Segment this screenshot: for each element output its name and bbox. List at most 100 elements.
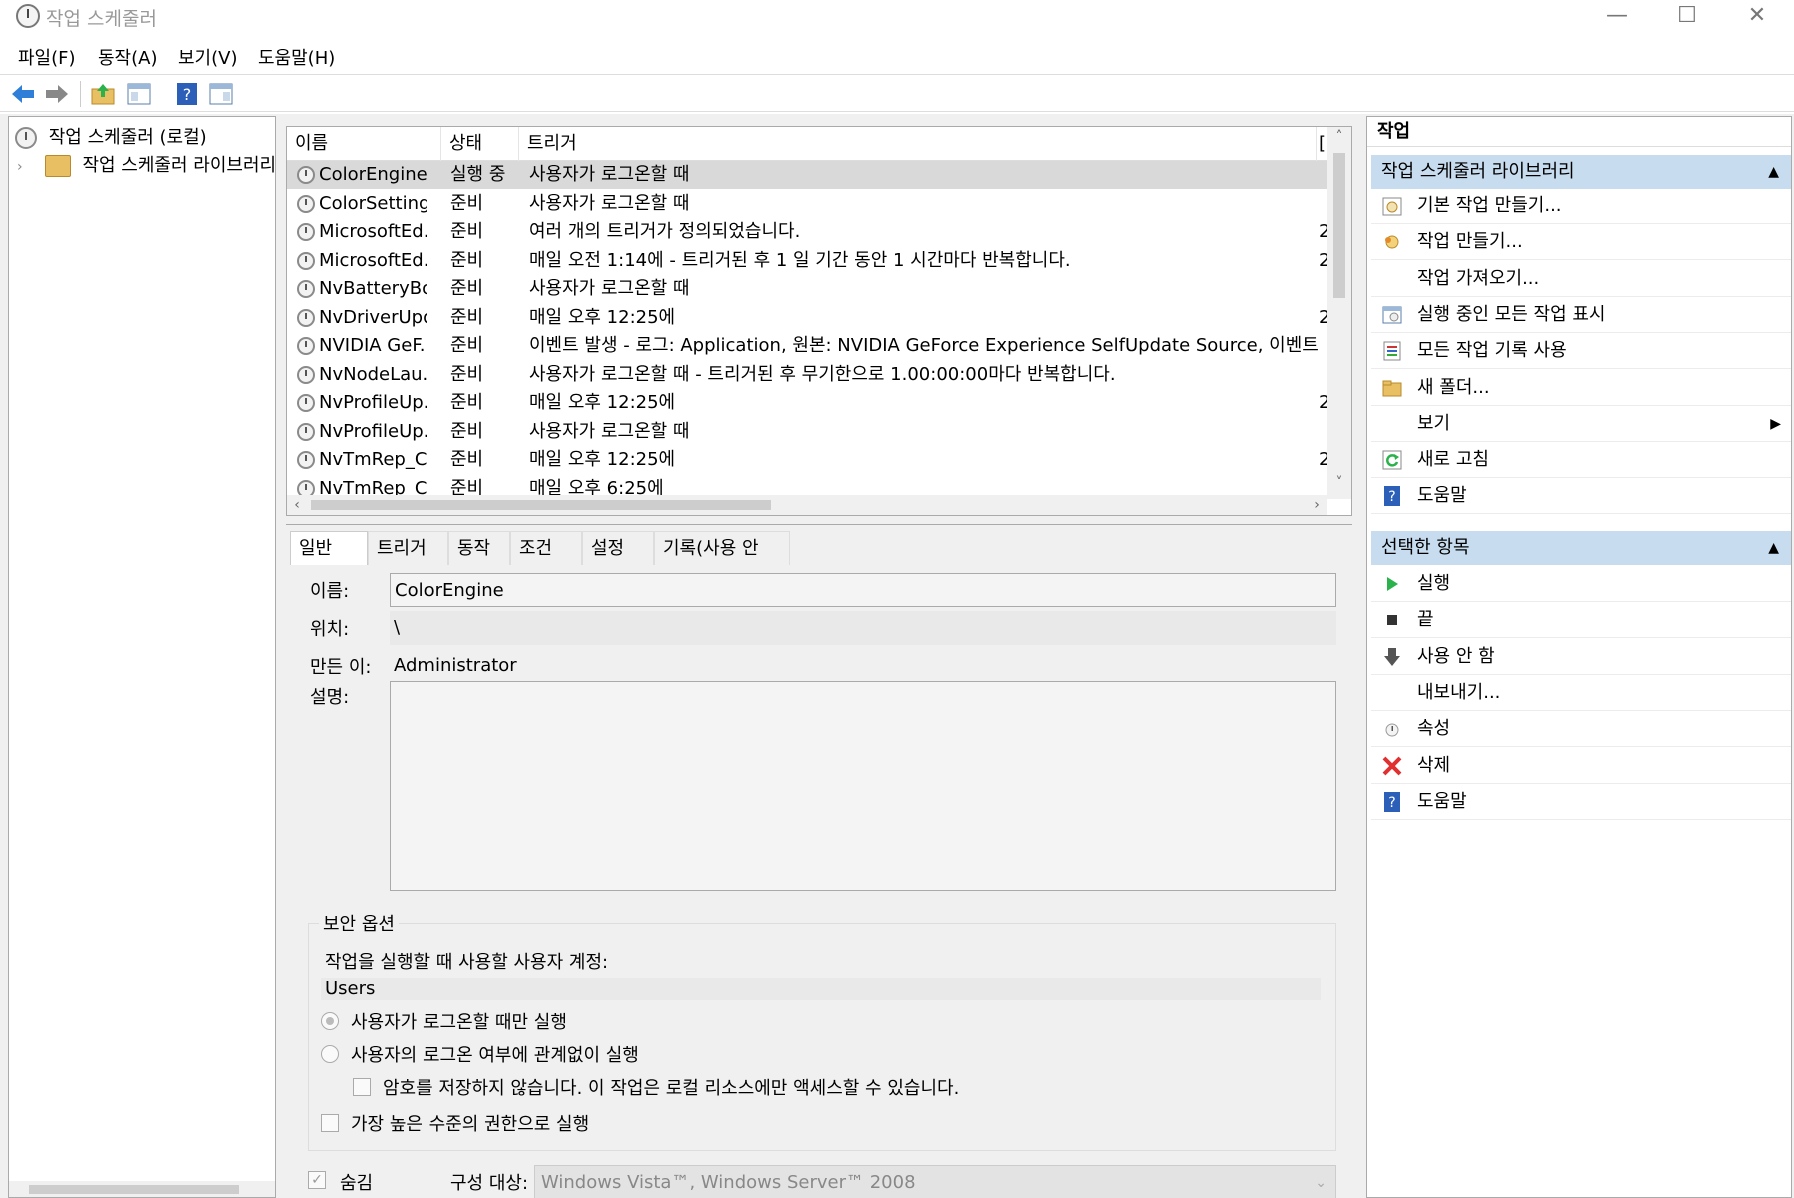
- action-item[interactable]: 보기 ▶: [1371, 407, 1791, 441]
- task-row[interactable]: NvNodeLau... 준비 사용자가 로그온할 때 - 트리거된 후 무기한으로…: [287, 361, 1327, 389]
- list-vertical-scrollbar[interactable]: ˄ ˅: [1327, 127, 1351, 499]
- task-clock-icon: [297, 223, 315, 241]
- task-row[interactable]: NvBatteryBo... 준비 사용자가 로그온할 때: [287, 275, 1327, 303]
- column-header-name[interactable]: 이름: [287, 127, 441, 161]
- task-row[interactable]: ColorEngine 실행 중 사용자가 로그온할 때: [287, 161, 1327, 189]
- task-row[interactable]: NvDriverUpd...준비매일 오후 12:25에2: [287, 304, 1329, 332]
- actions-section-library[interactable]: 작업 스케줄러 라이브러리 ▲: [1371, 155, 1791, 189]
- task-row[interactable]: MicrosoftEd...준비여러 개의 트리거가 정의되었습니다.2: [287, 218, 1329, 246]
- minimize-button[interactable]: —: [1582, 0, 1652, 34]
- action-item[interactable]: 작업 가져오기...: [1371, 262, 1791, 296]
- action-separator: [1371, 673, 1791, 675]
- task-name: MicrosoftEd...: [319, 249, 427, 271]
- task-name: NVIDIA GeF...: [319, 335, 427, 356]
- action-item[interactable]: 실행 중인 모든 작업 표시: [1371, 298, 1791, 332]
- back-icon[interactable]: [10, 81, 36, 107]
- scrollbar-thumb[interactable]: [29, 1185, 239, 1194]
- tree-horizontal-scrollbar[interactable]: [9, 1181, 275, 1197]
- maximize-button[interactable]: ☐: [1652, 0, 1722, 34]
- collapse-icon[interactable]: ▲: [1768, 155, 1779, 189]
- account-field: Users: [321, 978, 1321, 1000]
- task-row[interactable]: NvProfileUp... 준비 사용자가 로그온할 때: [287, 418, 1327, 446]
- tree-item-root[interactable]: 작업 스케줄러 (로컬): [15, 123, 207, 149]
- action-separator: [1371, 513, 1791, 515]
- action-separator: [1371, 295, 1791, 297]
- svg-text:?: ?: [1388, 795, 1395, 811]
- action-item[interactable]: 삭제: [1371, 749, 1791, 783]
- menu-action[interactable]: 동작(A): [98, 44, 157, 70]
- forward-icon[interactable]: [44, 81, 70, 107]
- collapse-icon[interactable]: ▲: [1768, 531, 1779, 565]
- action-item[interactable]: 모든 작업 기록 사용: [1371, 334, 1791, 368]
- configure-for-label: 구성 대상:: [450, 1173, 529, 1194]
- tab-triggers[interactable]: 트리거: [368, 531, 448, 565]
- task-status: 준비: [450, 449, 484, 470]
- radio-whether-logged-on[interactable]: [321, 1045, 339, 1063]
- show-hide-console-tree-icon[interactable]: [126, 81, 152, 107]
- task-clock-icon: [297, 166, 315, 184]
- checkbox-highest-privileges[interactable]: [321, 1114, 339, 1132]
- menu-help[interactable]: 도움말(H): [258, 44, 335, 70]
- action-item[interactable]: 실행: [1371, 567, 1791, 601]
- task-row[interactable]: NvTmRep_Cr...준비매일 오후 12:25에2: [287, 446, 1329, 474]
- radio-logged-on[interactable]: [321, 1012, 339, 1030]
- task-status: 준비: [450, 278, 484, 299]
- task-name-cell: NvTmRep_Cr...: [297, 446, 427, 474]
- action-label: 모든 작업 기록 사용: [1417, 340, 1567, 362]
- action-item[interactable]: 끝: [1371, 603, 1791, 637]
- close-button[interactable]: ✕: [1722, 0, 1792, 34]
- up-folder-icon[interactable]: [90, 81, 116, 107]
- scroll-right-icon[interactable]: ›: [1307, 495, 1327, 515]
- task-row[interactable]: NVIDIA GeF... 준비 이벤트 발생 - 로그: Application,…: [287, 332, 1327, 360]
- action-item[interactable]: ? 도움말: [1371, 785, 1791, 819]
- menu-file[interactable]: 파일(F): [18, 44, 76, 70]
- title-bar: 작업 스케줄러 — ☐ ✕: [0, 0, 1794, 34]
- action-item[interactable]: 작업 만들기...: [1371, 225, 1791, 259]
- show-hide-action-pane-icon[interactable]: [208, 81, 234, 107]
- task-clock-icon: [297, 394, 315, 412]
- name-field[interactable]: ColorEngine: [390, 573, 1336, 607]
- task-detail-pane: 일반 트리거 동작 조건 설정 기록(사용 안 함) 이름: ColorEngi…: [286, 524, 1352, 1198]
- action-separator: [1371, 601, 1791, 602]
- task-row[interactable]: NvProfileUp...준비매일 오후 12:25에2: [287, 389, 1329, 417]
- scroll-left-icon[interactable]: ‹: [287, 495, 307, 515]
- action-item[interactable]: ? 도움말: [1371, 479, 1791, 513]
- action-separator: [1371, 818, 1791, 820]
- action-label: 기본 작업 만들기...: [1417, 195, 1562, 216]
- tab-settings[interactable]: 설정: [582, 531, 654, 565]
- checkbox-hidden[interactable]: ✓: [308, 1171, 326, 1189]
- description-field[interactable]: [390, 681, 1336, 891]
- scrollbar-thumb[interactable]: [311, 500, 771, 510]
- task-name-cell: MicrosoftEd...: [297, 247, 427, 275]
- running-tasks-icon: [1381, 304, 1403, 326]
- task-name: ColorEngine: [319, 164, 427, 185]
- tab-general[interactable]: 일반: [290, 531, 368, 565]
- scrollbar-thumb[interactable]: [1333, 153, 1345, 298]
- expand-arrow-icon[interactable]: ›: [17, 159, 33, 175]
- task-row[interactable]: ColorSettings 준비 사용자가 로그온할 때: [287, 190, 1327, 218]
- tree-item-library[interactable]: › 작업 스케줄러 라이브러리: [17, 151, 276, 177]
- action-item[interactable]: 새 폴더...: [1371, 371, 1791, 405]
- list-horizontal-scrollbar[interactable]: ‹ ›: [287, 495, 1327, 515]
- checkbox-no-store-password[interactable]: [353, 1078, 371, 1096]
- menu-view[interactable]: 보기(V): [178, 44, 237, 70]
- action-item[interactable]: 속성: [1371, 712, 1791, 746]
- tab-history[interactable]: 기록(사용 안 함): [654, 531, 790, 593]
- action-label: 실행: [1417, 573, 1451, 594]
- action-item[interactable]: 사용 안 함: [1371, 640, 1791, 674]
- task-name: NvProfileUp...: [319, 420, 427, 442]
- action-item[interactable]: 새로 고침: [1371, 443, 1791, 477]
- help-icon[interactable]: ?: [174, 81, 200, 107]
- configure-for-dropdown[interactable]: Windows Vista™, Windows Server™ 2008 ⌄: [534, 1165, 1336, 1198]
- task-row[interactable]: MicrosoftEd... 준비 매일 오전 1:14에 - 트리거된 후 1 일…: [287, 247, 1329, 275]
- column-header-status[interactable]: 상태: [441, 127, 519, 161]
- tab-conditions[interactable]: 조건: [510, 531, 582, 565]
- column-header-trigger[interactable]: 트리거: [519, 127, 1317, 161]
- tab-actions[interactable]: 동작: [448, 531, 510, 565]
- task-trigger: 사용자가 로그온할 때 - 트리거된 후 무기한으로 1.00:00:00마다 …: [529, 363, 1116, 385]
- action-item[interactable]: 기본 작업 만들기...: [1371, 189, 1791, 223]
- action-item[interactable]: 내보내기...: [1371, 676, 1791, 710]
- scroll-down-icon[interactable]: ˅: [1327, 475, 1351, 495]
- actions-section-selected[interactable]: 선택한 항목 ▲: [1371, 531, 1791, 565]
- scroll-up-icon[interactable]: ˄: [1327, 129, 1351, 149]
